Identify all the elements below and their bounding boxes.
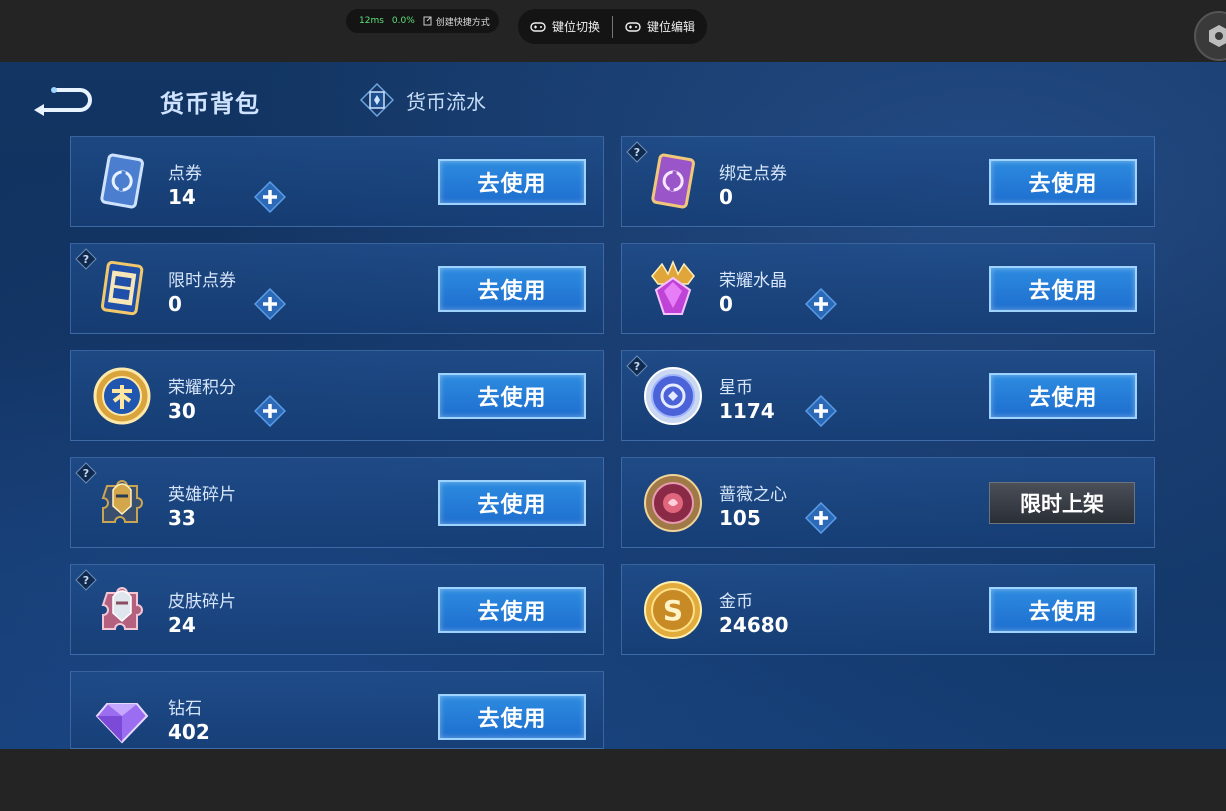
gamepad-icon: [625, 21, 641, 32]
diamond-icon: [95, 703, 149, 744]
currency-bag-screen: 货币背包 货币流水 点券 14 去使用 ? 绑定点券 0 去使用 ? 限时点券: [0, 62, 1226, 749]
currency-name: 英雄碎片: [168, 485, 236, 505]
rose-heart-icon: [644, 474, 702, 532]
use-button[interactable]: 去使用: [438, 266, 586, 312]
use-button[interactable]: 去使用: [989, 159, 1137, 205]
currency-count: 30: [168, 399, 196, 423]
add-icon[interactable]: [254, 181, 286, 213]
bound-voucher-icon: [651, 153, 695, 209]
gold-coin-icon: S: [644, 581, 702, 639]
limited-time-button[interactable]: 限时上架: [989, 482, 1135, 524]
currency-card-limited-voucher: ? 限时点券 0 去使用: [70, 243, 604, 334]
use-button[interactable]: 去使用: [438, 694, 586, 740]
currency-count: 0: [719, 292, 733, 316]
currency-name: 金币: [719, 592, 753, 612]
skin-fragment-icon: [101, 587, 143, 630]
latency-value: 12ms: [359, 16, 384, 26]
currency-name: 限时点券: [168, 271, 236, 291]
use-button[interactable]: 去使用: [438, 480, 586, 526]
hero-fragment-icon: [101, 480, 143, 523]
currency-card-voucher: 点券 14 去使用: [70, 136, 604, 227]
key-switch-label: 键位切换: [552, 20, 601, 34]
limited-voucher-icon: [100, 260, 144, 316]
currency-count: 0: [719, 185, 733, 209]
star-coin-icon: [644, 367, 702, 425]
emulator-topbar: 12ms 0.0% 创建快捷方式 键位切换 键位编辑: [0, 0, 1226, 62]
currency-card-gold-coin: S 金币 24680 去使用: [621, 564, 1155, 655]
currency-card-glory-crystal: 荣耀水晶 0 去使用: [621, 243, 1155, 334]
create-shortcut-label: 创建快捷方式: [435, 17, 490, 28]
currency-name: 星币: [719, 378, 753, 398]
currency-count: 0: [168, 292, 182, 316]
use-button[interactable]: 去使用: [989, 266, 1137, 312]
currency-card-rose-heart: 蔷薇之心 105 限时上架: [621, 457, 1155, 548]
currency-card-hero-fragment: ? 英雄碎片 33 去使用: [70, 457, 604, 548]
add-icon[interactable]: [254, 395, 286, 427]
use-button[interactable]: 去使用: [989, 587, 1137, 633]
currency-flow-tab[interactable]: 货币流水: [360, 82, 486, 118]
add-icon[interactable]: [805, 502, 837, 534]
back-button[interactable]: [30, 82, 94, 116]
key-switch-button[interactable]: 键位切换: [518, 18, 612, 35]
hexagon-gear-icon: [1209, 25, 1226, 47]
use-button[interactable]: 去使用: [989, 373, 1137, 419]
create-shortcut-link[interactable]: 创建快捷方式: [423, 15, 490, 28]
currency-count: 24: [168, 613, 196, 637]
svg-text:?: ?: [83, 574, 89, 587]
currency-count: 105: [719, 506, 761, 530]
add-icon[interactable]: [805, 288, 837, 320]
ledger-icon: [360, 83, 394, 117]
currency-count: 402: [168, 720, 210, 744]
currency-card-glory-points: 荣耀积分 30 去使用: [70, 350, 604, 441]
svg-text:S: S: [663, 594, 683, 627]
svg-text:?: ?: [83, 253, 89, 266]
currency-flow-label: 货币流水: [406, 89, 486, 114]
svg-text:?: ?: [83, 467, 89, 480]
glory-crystal-icon: [651, 260, 695, 315]
use-button[interactable]: 去使用: [438, 373, 586, 419]
gamepad-icon: [530, 21, 546, 32]
currency-card-skin-fragment: ? 皮肤碎片 24 去使用: [70, 564, 604, 655]
currency-name: 蔷薇之心: [719, 485, 787, 505]
currency-card-bound-voucher: ? 绑定点券 0 去使用: [621, 136, 1155, 227]
currency-card-star-coin: ? 星币 1174 去使用: [621, 350, 1155, 441]
currency-name: 荣耀积分: [168, 378, 236, 398]
currency-name: 钻石: [168, 699, 202, 719]
currency-name: 绑定点券: [719, 164, 787, 184]
currency-name: 点券: [168, 164, 202, 184]
key-edit-button[interactable]: 键位编辑: [613, 18, 707, 35]
currency-count: 1174: [719, 399, 775, 423]
currency-count: 14: [168, 185, 196, 209]
currency-name: 皮肤碎片: [168, 592, 236, 612]
currency-count: 24680: [719, 613, 789, 637]
page-title: 货币背包: [160, 90, 260, 118]
use-button[interactable]: 去使用: [438, 587, 586, 633]
add-icon[interactable]: [805, 395, 837, 427]
settings-button[interactable]: [1194, 11, 1226, 61]
currency-name: 荣耀水晶: [719, 271, 787, 291]
performance-indicator[interactable]: 12ms 0.0% 创建快捷方式: [346, 9, 499, 33]
key-edit-label: 键位编辑: [647, 20, 696, 34]
back-arrow-icon: [34, 87, 92, 116]
emulator-bottombar: [0, 749, 1226, 811]
svg-text:?: ?: [634, 360, 640, 373]
shortcut-icon: [423, 16, 432, 26]
add-icon[interactable]: [254, 288, 286, 320]
currency-card-diamond: 钻石 402 去使用: [70, 671, 604, 749]
currency-count: 33: [168, 506, 196, 530]
packet-loss-value: 0.0%: [391, 16, 415, 26]
svg-text:?: ?: [634, 146, 640, 159]
key-mapping-controls: 键位切换 键位编辑: [518, 9, 707, 44]
use-button[interactable]: 去使用: [438, 159, 586, 205]
glory-points-icon: [93, 367, 151, 425]
voucher-icon: [100, 153, 144, 209]
